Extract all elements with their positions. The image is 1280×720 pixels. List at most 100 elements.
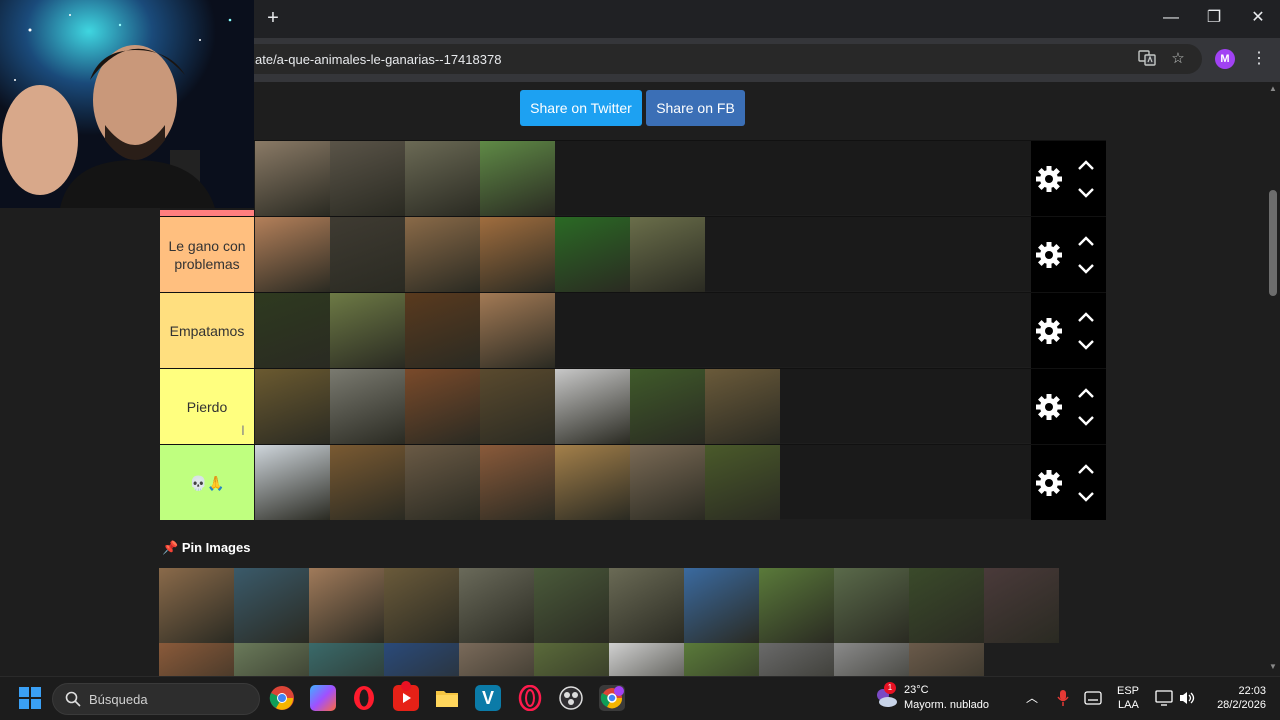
bookmark-star-icon[interactable]: ☆ — [1168, 49, 1188, 69]
chevron-down-icon[interactable] — [1076, 261, 1096, 277]
restore-button[interactable]: ❐ — [1204, 8, 1224, 28]
tier-label[interactable]: Pierdo — [160, 369, 254, 444]
tier-item-image[interactable] — [480, 369, 555, 444]
tier-label[interactable]: Le gano con problemas — [160, 217, 254, 292]
tier-item-image[interactable] — [405, 217, 480, 292]
tier-item-image[interactable] — [255, 445, 330, 520]
pin-image[interactable] — [384, 568, 459, 643]
tier-item-image[interactable] — [555, 217, 630, 292]
obs-app-icon[interactable] — [558, 685, 584, 711]
tier-item-image[interactable] — [330, 369, 405, 444]
profile-avatar[interactable]: M — [1215, 49, 1235, 69]
pin-image[interactable] — [609, 568, 684, 643]
tier-item-image[interactable] — [330, 141, 405, 216]
tier-item-image[interactable] — [255, 217, 330, 292]
tier-item-image[interactable] — [480, 293, 555, 368]
gear-icon[interactable] — [1033, 163, 1065, 195]
pin-image[interactable] — [159, 643, 234, 676]
tier-item-image[interactable] — [405, 445, 480, 520]
language-bottom[interactable]: LAA — [1118, 698, 1139, 712]
tier-item-image[interactable] — [330, 217, 405, 292]
tier-item-image[interactable] — [480, 445, 555, 520]
browser-menu-icon[interactable]: ⋮ — [1250, 48, 1268, 70]
tier-item-image[interactable] — [405, 369, 480, 444]
pin-image[interactable] — [834, 643, 909, 676]
opera-gx-app-icon[interactable] — [517, 684, 543, 712]
file-explorer-icon[interactable] — [434, 685, 460, 711]
share-facebook-button[interactable]: Share on FB — [646, 90, 745, 126]
tier-item-image[interactable] — [405, 141, 480, 216]
chevron-down-icon[interactable] — [1076, 489, 1096, 505]
tier-label[interactable]: 💀🙏 — [160, 445, 254, 520]
url-text[interactable]: ate/a-que-animales-le-ganarias--17418378 — [255, 52, 501, 67]
pin-image[interactable] — [759, 643, 834, 676]
pin-image[interactable] — [159, 568, 234, 643]
minimize-button[interactable]: — — [1161, 8, 1181, 28]
tier-item-image[interactable] — [255, 293, 330, 368]
chevron-up-icon[interactable] — [1076, 309, 1096, 325]
volume-icon[interactable] — [1178, 690, 1196, 711]
windows-start-icon[interactable] — [18, 686, 42, 710]
pin-image[interactable] — [234, 568, 309, 643]
tier-item-image[interactable] — [555, 369, 630, 444]
pin-image[interactable] — [384, 643, 459, 676]
tier-item-image[interactable] — [255, 369, 330, 444]
network-icon[interactable] — [1155, 690, 1173, 711]
keyboard-icon[interactable] — [1084, 691, 1102, 710]
copilot-app-icon[interactable] — [310, 685, 336, 711]
opera-app-icon[interactable] — [351, 685, 377, 711]
pin-image[interactable] — [909, 568, 984, 643]
chevron-down-icon[interactable] — [1076, 413, 1096, 429]
chevron-down-icon[interactable] — [1076, 337, 1096, 353]
tier-item-image[interactable] — [330, 445, 405, 520]
share-twitter-button[interactable]: Share on Twitter — [520, 90, 642, 126]
tier-item-image[interactable] — [255, 141, 330, 216]
chevron-up-icon[interactable] — [1076, 385, 1096, 401]
weather-temp[interactable]: 23°C — [904, 683, 929, 697]
taskbar-search[interactable]: Búsqueda — [52, 683, 260, 715]
tier-item-image[interactable] — [480, 141, 555, 216]
chevron-up-icon[interactable] — [1076, 461, 1096, 477]
microphone-icon[interactable] — [1056, 689, 1070, 712]
pin-image[interactable] — [234, 643, 309, 676]
close-window-button[interactable]: ✕ — [1248, 8, 1268, 28]
tier-item-image[interactable] — [630, 369, 705, 444]
pin-image[interactable] — [459, 643, 534, 676]
clock-time[interactable]: 22:03 — [1226, 684, 1266, 698]
chrome-profile-app-icon[interactable] — [599, 685, 625, 711]
chevron-down-icon[interactable] — [1076, 185, 1096, 201]
tier-item-image[interactable] — [705, 445, 780, 520]
scroll-up-icon[interactable]: ▲ — [1268, 84, 1278, 94]
pin-image[interactable] — [684, 568, 759, 643]
tier-item-image[interactable] — [630, 217, 705, 292]
tier-label[interactable]: Empatamos — [160, 293, 254, 368]
tier-item-image[interactable] — [330, 293, 405, 368]
pin-image[interactable] — [759, 568, 834, 643]
pin-image[interactable] — [609, 643, 684, 676]
pin-image[interactable] — [909, 643, 984, 676]
pin-image[interactable] — [459, 568, 534, 643]
page-scrollbar[interactable]: ▲ ▼ — [1266, 82, 1280, 676]
tier-item-image[interactable] — [705, 369, 780, 444]
tier-item-image[interactable] — [480, 217, 555, 292]
language-top[interactable]: ESP — [1117, 684, 1139, 698]
clock-date[interactable]: 28/2/2026 — [1204, 698, 1266, 712]
new-tab-button[interactable]: + — [262, 7, 284, 29]
chevron-up-icon[interactable]: ︿ — [1026, 689, 1038, 706]
gear-icon[interactable] — [1033, 315, 1065, 347]
weather-desc[interactable]: Mayorm. nublado — [904, 698, 989, 712]
pin-image[interactable] — [984, 568, 1059, 643]
translate-icon[interactable] — [1137, 49, 1157, 69]
vegas-app-icon[interactable]: V — [475, 685, 501, 711]
tier-item-image[interactable] — [555, 445, 630, 520]
chevron-up-icon[interactable] — [1076, 233, 1096, 249]
scroll-thumb[interactable] — [1269, 190, 1277, 296]
gear-icon[interactable] — [1033, 467, 1065, 499]
pin-image[interactable] — [534, 568, 609, 643]
pin-image[interactable] — [534, 643, 609, 676]
gear-icon[interactable] — [1033, 391, 1065, 423]
tier-item-image[interactable] — [405, 293, 480, 368]
gear-icon[interactable] — [1033, 239, 1065, 271]
tier-item-image[interactable] — [630, 445, 705, 520]
pin-image[interactable] — [834, 568, 909, 643]
